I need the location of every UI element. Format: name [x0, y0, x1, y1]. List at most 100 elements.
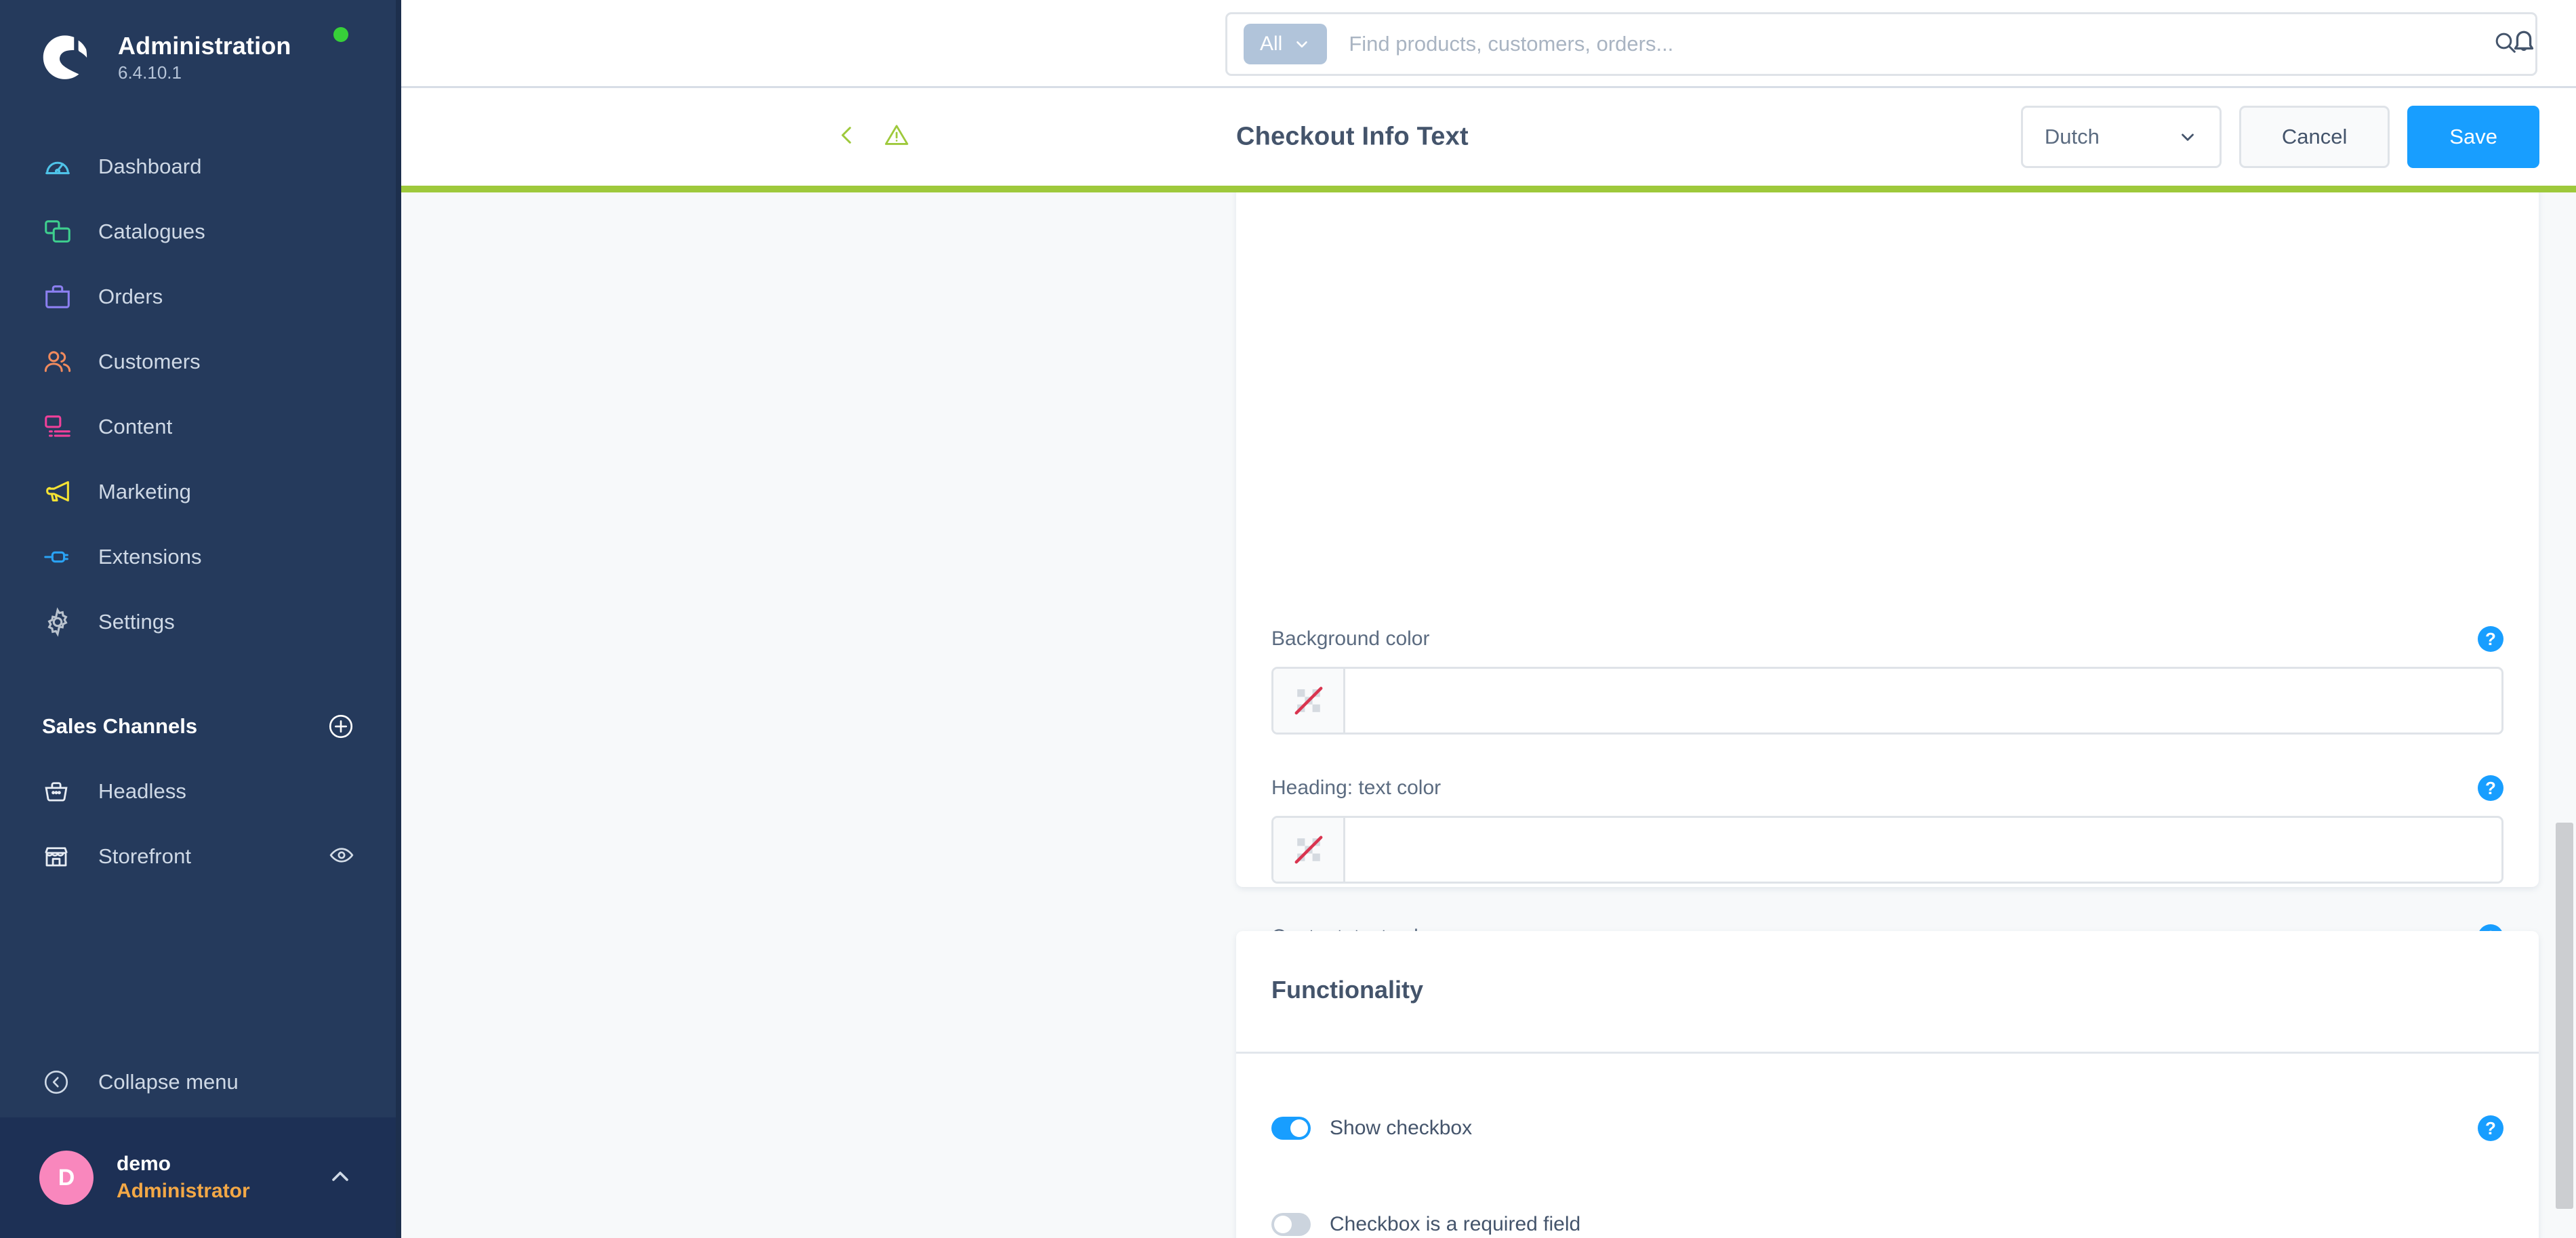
color-value-input-heading[interactable] [1345, 818, 2501, 882]
sidebar-item-settings[interactable]: Settings [0, 590, 401, 655]
warning-triangle-icon[interactable] [882, 121, 911, 153]
toggle-row-checkbox-required: Checkbox is a required field [1236, 1192, 2539, 1238]
field-label: Heading: text color [1271, 777, 1442, 799]
color-input-background[interactable] [1271, 667, 2503, 735]
toggle-checkbox-required[interactable] [1271, 1213, 1311, 1236]
field-label-row: Heading: text color ? [1271, 775, 2503, 801]
sidebar-item-headless[interactable]: Headless [0, 759, 401, 824]
sidebar-item-label: Content [98, 415, 173, 438]
search-input[interactable] [1349, 24, 2484, 64]
field-heading-text-color: Heading: text color ? [1236, 775, 2539, 884]
content-scroll-area: Background color ? Heading: text color ?… [401, 192, 2576, 1238]
color-input-heading[interactable] [1271, 816, 2503, 884]
top-bar: All [401, 0, 2576, 88]
card-title: Functionality [1271, 976, 1423, 1004]
sidebar-item-customers[interactable]: Customers [0, 329, 401, 394]
sidebar-item-orders[interactable]: Orders [0, 264, 401, 329]
toggle-label: Checkbox is a required field [1330, 1213, 1581, 1235]
bag-icon [42, 281, 81, 312]
preview-eye-icon[interactable] [328, 842, 355, 872]
toggle-knob [1290, 1119, 1308, 1137]
language-select[interactable]: Dutch [2020, 106, 2222, 168]
sidebar: Administration 6.4.10.1 Dashboard Catalo… [0, 0, 401, 1238]
sidebar-item-label: Catalogues [98, 220, 205, 243]
colors-card: Background color ? Heading: text color ? [1236, 192, 2539, 1033]
sidebar-item-extensions[interactable]: Extensions [0, 524, 401, 590]
search-scope-label: All [1260, 33, 1283, 55]
none-color-swatch-icon[interactable] [1273, 818, 1345, 882]
brand-version: 6.4.10.1 [118, 62, 182, 83]
catalogue-icon [42, 216, 81, 247]
megaphone-icon [42, 476, 81, 508]
help-icon[interactable]: ? [2478, 626, 2503, 652]
chevron-up-icon[interactable] [327, 1163, 354, 1193]
brand-block[interactable]: Administration 6.4.10.1 [0, 0, 401, 89]
field-background-color: Background color ? [1236, 626, 2539, 735]
gear-icon [42, 606, 81, 638]
sidebar-item-catalogues[interactable]: Catalogues [0, 199, 401, 264]
page-title: Checkout Info Text [1236, 122, 1469, 151]
sidebar-item-label: Settings [98, 610, 175, 634]
cancel-button[interactable]: Cancel [2238, 106, 2390, 168]
toggle-show-checkbox[interactable] [1271, 1117, 1311, 1140]
page-header-left [834, 121, 911, 153]
collapse-chevron-left-icon [42, 1068, 81, 1096]
help-icon[interactable]: ? [2478, 1115, 2503, 1141]
search-scope-dropdown[interactable]: All [1244, 24, 1328, 64]
content-icon [42, 411, 81, 442]
main-area: All Find products, customers, orders... … [401, 0, 2576, 1238]
sidebar-item-dashboard[interactable]: Dashboard [0, 134, 401, 199]
brand-text: Administration 6.4.10.1 [118, 32, 291, 83]
users-icon [42, 346, 81, 377]
page-header-actions: Dutch Cancel Save [2020, 106, 2539, 168]
shop-icon [42, 842, 81, 871]
sidebar-item-label: Dashboard [98, 154, 202, 178]
avatar: D [39, 1151, 94, 1205]
save-button[interactable]: Save [2407, 106, 2539, 168]
sidebar-item-content[interactable]: Content [0, 394, 401, 459]
basket-icon [42, 777, 81, 806]
plug-icon [42, 541, 81, 573]
chevron-down-icon [1296, 41, 1308, 48]
none-color-swatch-icon[interactable] [1273, 669, 1345, 733]
content-scrollbar[interactable] [2553, 192, 2576, 1238]
global-search-bar[interactable]: All [1225, 12, 2537, 76]
sales-channel-label: Storefront [98, 844, 192, 868]
user-meta: demo Administrator [117, 1151, 250, 1205]
field-label: Background color [1271, 627, 1430, 650]
back-chevron-icon[interactable] [834, 122, 861, 152]
app-root: Administration 6.4.10.1 Dashboard Catalo… [0, 0, 2576, 1238]
toggle-knob [1274, 1216, 1292, 1233]
language-select-value: Dutch [2044, 125, 2100, 148]
color-value-input-background[interactable] [1345, 669, 2501, 733]
sidebar-item-label: Extensions [98, 545, 202, 569]
user-name: demo [117, 1152, 171, 1175]
sales-channel-label: Headless [98, 779, 187, 803]
notifications-bell-icon[interactable] [2507, 24, 2541, 62]
field-label-row: Background color ? [1271, 626, 2503, 652]
page-header: Checkout Info Text Dutch Cancel Save [401, 88, 2576, 186]
card-divider [1236, 1052, 2539, 1054]
scrollbar-thumb[interactable] [2556, 823, 2573, 1209]
speedometer-icon [42, 151, 81, 182]
toggle-label: Show checkbox [1330, 1117, 1473, 1139]
save-progress-line [401, 186, 2576, 192]
help-icon[interactable]: ? [2478, 775, 2503, 801]
sidebar-item-label: Customers [98, 350, 201, 373]
user-account-row[interactable]: D demo Administrator [0, 1117, 401, 1238]
add-sales-channel-icon[interactable] [327, 712, 355, 741]
main-navigation: Dashboard Catalogues Orders Customers Co… [0, 134, 401, 655]
shopware-logo-icon [39, 30, 95, 85]
collapse-menu-button[interactable]: Collapse menu [0, 1047, 401, 1117]
sidebar-item-marketing[interactable]: Marketing [0, 459, 401, 524]
sidebar-item-storefront[interactable]: Storefront [0, 824, 401, 889]
toggle-row-show-checkbox: Show checkbox ? [1236, 1096, 2539, 1161]
sales-channels-header: Sales Channels [0, 694, 401, 759]
functionality-card: Functionality Show checkbox ? Checkbox i… [1236, 931, 2539, 1238]
brand-title: Administration [118, 31, 291, 60]
collapse-menu-label: Collapse menu [98, 1070, 239, 1094]
status-indicator-dot [333, 27, 348, 42]
sidebar-item-label: Marketing [98, 480, 192, 503]
sidebar-item-label: Orders [98, 285, 163, 308]
